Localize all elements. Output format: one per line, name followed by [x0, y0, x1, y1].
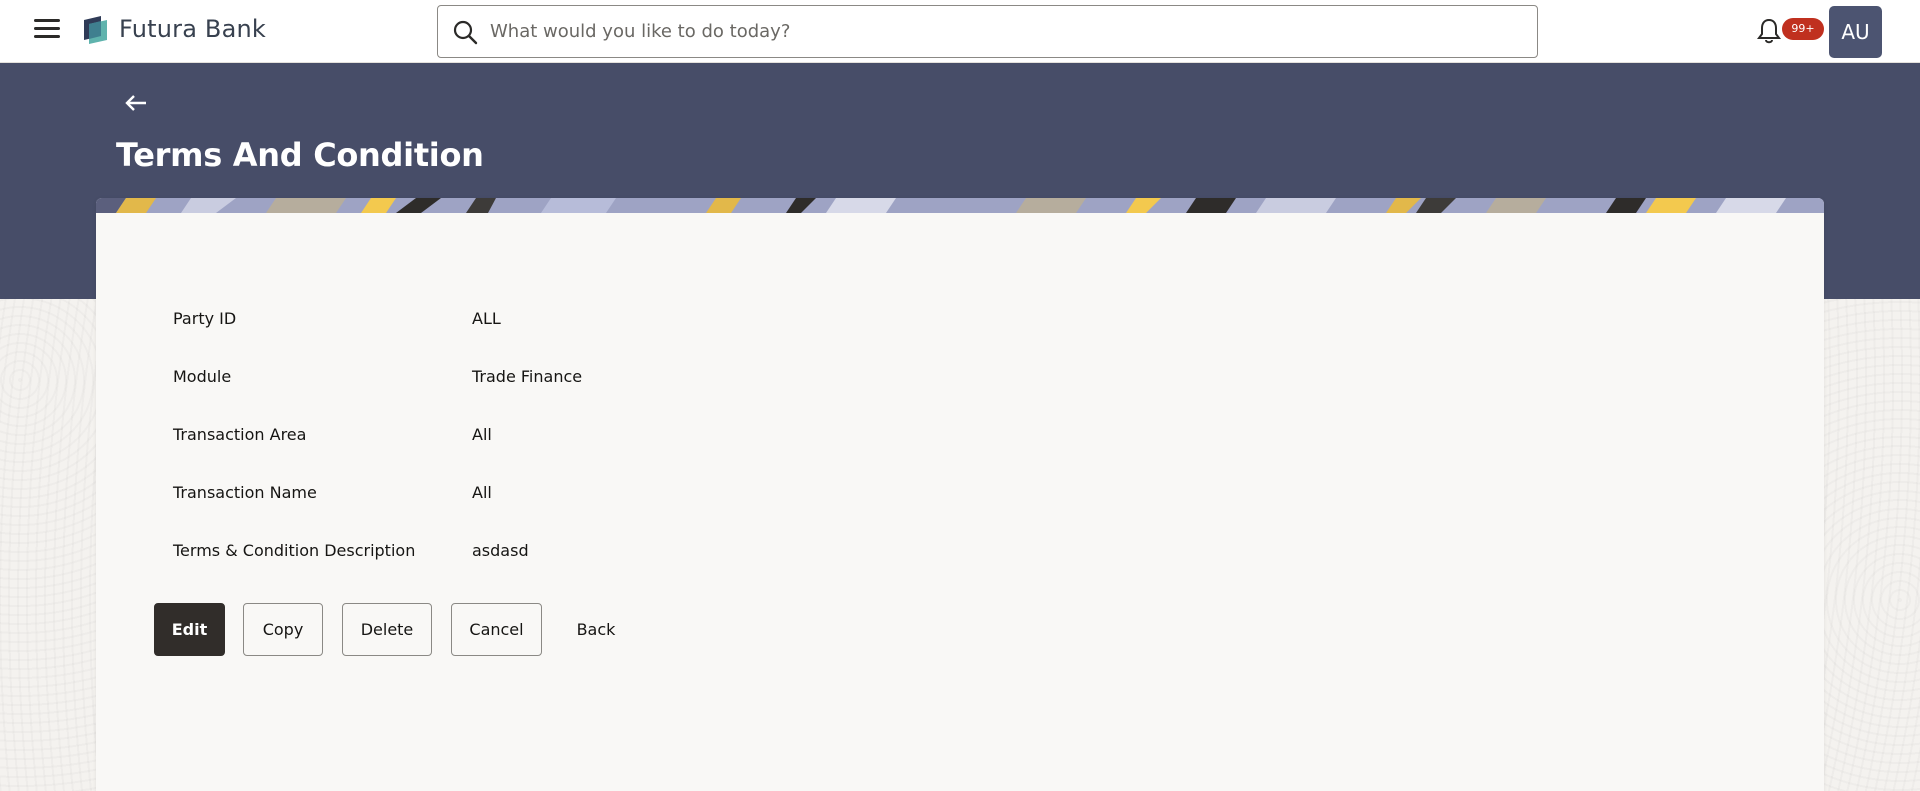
transaction-area-label: Transaction Area	[173, 425, 307, 444]
page-title: Terms And Condition	[116, 136, 484, 174]
top-header: Futura Bank 99+ AU	[0, 0, 1920, 63]
user-avatar[interactable]: AU	[1829, 6, 1882, 58]
search-input[interactable]	[490, 6, 1520, 57]
hamburger-menu-icon[interactable]	[34, 19, 60, 41]
delete-button[interactable]: Delete	[342, 603, 432, 656]
decorative-pattern-strip	[96, 198, 1824, 213]
module-label: Module	[173, 367, 232, 386]
arrow-left-icon[interactable]	[124, 92, 148, 114]
search-icon	[453, 20, 478, 45]
bell-icon[interactable]	[1756, 17, 1782, 45]
edit-button[interactable]: Edit	[154, 603, 225, 656]
copy-button[interactable]: Copy	[243, 603, 323, 656]
party-id-value: ALL	[472, 309, 501, 328]
tc-description-value: asdasd	[472, 541, 529, 560]
tc-description-label: Terms & Condition Description	[173, 541, 416, 560]
details-card: Party ID ALL Module Trade Finance Transa…	[96, 198, 1824, 791]
module-value: Trade Finance	[472, 367, 583, 386]
party-id-label: Party ID	[173, 309, 237, 328]
back-button[interactable]: Back	[559, 603, 633, 656]
search-bar[interactable]	[437, 5, 1538, 58]
cancel-button[interactable]: Cancel	[451, 603, 542, 656]
notification-badge: 99+	[1782, 18, 1824, 40]
transaction-area-value: All	[472, 425, 492, 444]
brand-name[interactable]: Futura Bank	[119, 15, 266, 43]
transaction-name-label: Transaction Name	[173, 483, 317, 502]
futura-bank-logo[interactable]	[81, 14, 109, 44]
transaction-name-value: All	[472, 483, 492, 502]
